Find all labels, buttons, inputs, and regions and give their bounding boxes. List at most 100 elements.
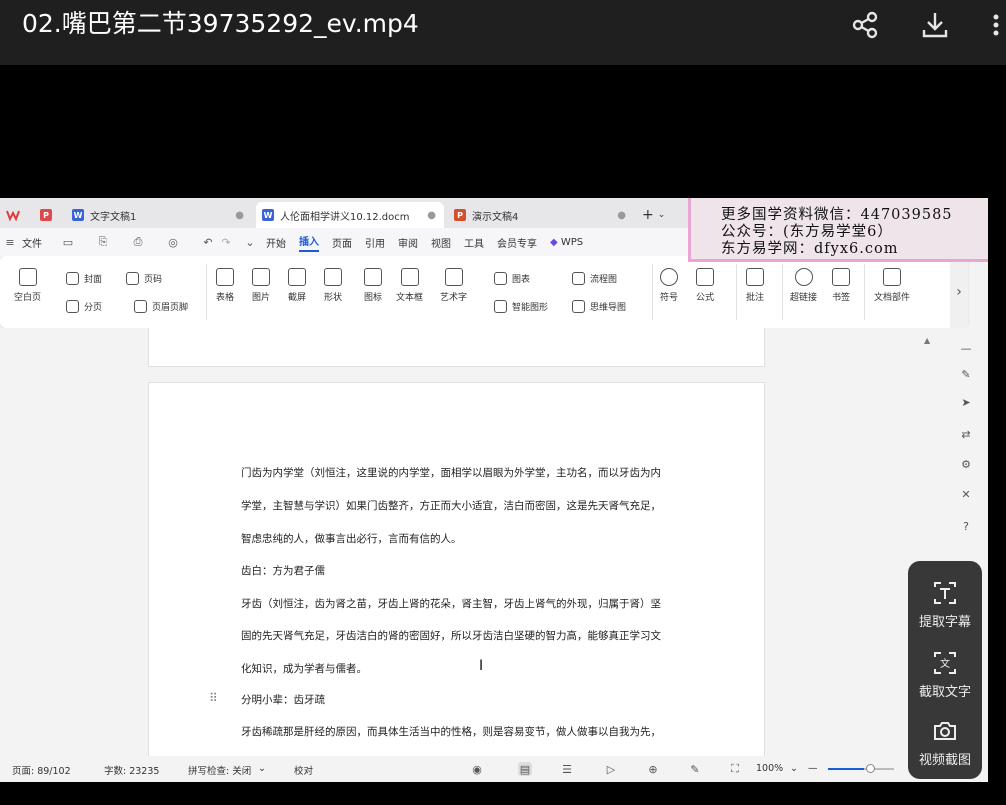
new-tab-button[interactable]: + ⌄ — [636, 202, 676, 228]
shape-button[interactable]: 形状 — [324, 268, 342, 303]
tools-icon[interactable]: ✕ — [958, 486, 974, 502]
bookmark-icon — [832, 268, 850, 286]
download-icon[interactable] — [916, 6, 954, 44]
floating-tool-panel: 提取字幕 文 截取文字 视频截图 — [908, 561, 982, 779]
extract-subtitles-button[interactable]: 提取字幕 — [908, 579, 982, 630]
chevron-down-icon[interactable]: ⌄ — [258, 763, 266, 774]
menu-file[interactable]: 文件 — [22, 235, 42, 250]
header-footer-button[interactable]: 页眉页脚 — [134, 300, 188, 313]
flowchart-button[interactable]: 流程图 — [572, 272, 617, 285]
chart-icon — [494, 272, 507, 285]
table-button[interactable]: 表格 — [216, 268, 234, 303]
mindmap-button[interactable]: 思维导图 — [572, 300, 626, 313]
menu-review[interactable]: 审阅 — [398, 235, 418, 250]
icon-button[interactable]: 图标 — [364, 268, 382, 303]
tab-document-2[interactable]: W 人伦面相学讲义10.12.docm ● — [256, 202, 444, 228]
proofread-button[interactable]: 校对 — [294, 763, 313, 777]
svg-text:文: 文 — [940, 657, 950, 670]
cursor-icon[interactable]: ➤ — [958, 394, 974, 410]
collapse-icon[interactable]: — — [958, 340, 974, 356]
page-number-button[interactable]: 页码 — [126, 272, 162, 285]
paragraph-line[interactable]: 化知识，成为学者与儒者。 — [241, 662, 681, 676]
close-icon[interactable]: ● — [427, 210, 436, 221]
wordart-button[interactable]: 艺术字 — [440, 268, 467, 303]
status-bar: 页面: 89/102 字数: 23235 拼写检查: 关闭 ⌄ 校对 ◉ ▤ ☰… — [0, 756, 988, 782]
export-icon[interactable]: ⎘ — [97, 235, 109, 248]
menu-page[interactable]: 页面 — [332, 235, 352, 250]
symbol-button[interactable]: 符号 — [660, 268, 678, 303]
drag-handle-icon[interactable]: ⠿ — [209, 691, 218, 705]
save-icon[interactable]: ▭ — [62, 236, 74, 249]
paragraph-line[interactable]: 学堂，主智慧与学识）如果门齿整齐，方正而大小适宜，洁白而密固，这是先天肾气充足， — [241, 499, 681, 513]
preview-icon[interactable]: ◎ — [167, 236, 179, 249]
play-icon[interactable]: ▷ — [604, 762, 618, 776]
eye-icon[interactable]: ◉ — [470, 762, 484, 776]
wps-ai-button[interactable]: ◆ WPS — [550, 237, 583, 248]
paragraph-heading[interactable]: 分明小辈：齿牙疏 — [241, 693, 681, 707]
share-icon[interactable] — [846, 6, 884, 44]
bookmark-button[interactable]: 书签 — [832, 268, 850, 303]
zoom-slider-handle[interactable] — [866, 764, 875, 773]
outline-view-icon[interactable]: ☰ — [560, 762, 574, 776]
tab-document-1[interactable]: W 文字文稿1 ● — [66, 202, 252, 228]
zoom-slider[interactable] — [828, 768, 894, 770]
menu-member[interactable]: 会员专享 — [497, 235, 537, 250]
paragraph-line[interactable]: 牙齿稀疏那是肝经的原因，而具体生活当中的性格，则是容易变节，做人做事以自我为先， — [241, 725, 681, 739]
scroll-up-icon[interactable]: ▲ — [924, 336, 930, 345]
spell-check-status[interactable]: 拼写检查: 关闭 — [188, 763, 251, 777]
fit-icon[interactable]: ⛶ — [728, 762, 742, 776]
print-icon[interactable]: ⎙ — [132, 235, 144, 248]
redo-icon[interactable]: ↷ — [220, 236, 232, 249]
menu-references[interactable]: 引用 — [365, 235, 385, 250]
hyperlink-button[interactable]: 超链接 — [790, 268, 817, 303]
zoom-level[interactable]: 100% — [756, 763, 783, 774]
chart-button[interactable]: 图表 — [494, 272, 530, 285]
page-view-icon[interactable]: ▤ — [518, 762, 532, 776]
close-icon[interactable]: ● — [617, 210, 626, 221]
textbox-button[interactable]: 文本框 — [396, 268, 423, 303]
pen-icon[interactable]: ✎ — [958, 366, 974, 382]
more-icon[interactable] — [986, 6, 1006, 44]
doc-parts-button[interactable]: 文档部件 — [874, 268, 910, 303]
menu-tools[interactable]: 工具 — [464, 235, 484, 250]
page-indicator[interactable]: 页面: 89/102 — [12, 763, 71, 777]
document-area[interactable]: ▲ 门齿为内学堂（刘恒注，这里说的内学堂，面相学以眉眼为外学堂，主功名，而以牙齿… — [0, 328, 950, 756]
paragraph-heading[interactable]: 齿白：方为君子儒 — [241, 564, 681, 578]
document-page[interactable]: 门齿为内学堂（刘恒注，这里说的内学堂，面相学以眉眼为外学堂，主功名，而以牙齿为内… — [148, 382, 765, 756]
formula-button[interactable]: 公式 — [696, 268, 714, 303]
screenshot-button[interactable]: 截屏 — [288, 268, 306, 303]
picture-button[interactable]: 图片 — [252, 268, 270, 303]
chevron-right-icon[interactable]: › — [950, 256, 968, 328]
chevron-down-icon[interactable]: ⌄ — [790, 763, 798, 774]
zoom-out-icon[interactable]: — — [808, 763, 818, 774]
help-icon[interactable]: ? — [958, 518, 974, 534]
comment-button[interactable]: 批注 — [746, 268, 764, 303]
capture-text-button[interactable]: 文 截取文字 — [908, 649, 982, 700]
paragraph-line[interactable]: 固的先天肾气充足，牙齿洁白的肾的密固好，所以牙齿洁白坚硬的智力高，能够真正学习文 — [241, 629, 681, 643]
close-icon[interactable]: ● — [235, 210, 244, 221]
pdf-icon: P — [40, 209, 52, 221]
wps-window: P W 文字文稿1 ● W 人伦面相学讲义10.12.docm ● P 演示文稿… — [0, 198, 988, 782]
blank-page-button[interactable]: 空白页 — [14, 268, 41, 303]
wps-logo-icon[interactable] — [0, 202, 30, 228]
translate-icon[interactable]: ⇄ — [958, 426, 974, 442]
paragraph-line[interactable]: 牙齿（刘恒注，齿为肾之苗，牙齿上肾的花朵，肾主智，牙齿上肾气的外现，归属于肾）坚 — [241, 597, 681, 611]
chevron-down-icon[interactable]: ⌄ — [244, 236, 256, 249]
menu-view[interactable]: 视图 — [431, 235, 451, 250]
video-screenshot-button[interactable]: 视频截图 — [908, 717, 982, 768]
menu-insert[interactable]: 插入 — [299, 233, 319, 252]
settings-icon[interactable]: ⚙ — [958, 456, 974, 472]
paragraph-line[interactable]: 智虑忠纯的人，做事言出必行，言而有信的人。 — [241, 532, 681, 546]
word-count[interactable]: 字数: 23235 — [104, 763, 159, 777]
web-view-icon[interactable]: ⊕ — [646, 762, 660, 776]
tab-presentation[interactable]: P 演示文稿4 ● — [448, 202, 634, 228]
pdf-app-icon[interactable]: P — [34, 202, 62, 228]
edit-icon[interactable]: ✎ — [688, 762, 702, 776]
menu-icon[interactable]: ≡ — [4, 236, 16, 249]
smart-graphic-button[interactable]: 智能图形 — [494, 300, 548, 313]
paragraph-line[interactable]: 门齿为内学堂（刘恒注，这里说的内学堂，面相学以眉眼为外学堂，主功名，而以牙齿为内 — [241, 466, 681, 480]
page-break-button[interactable]: 分页 — [66, 300, 102, 313]
menu-home[interactable]: 开始 — [266, 235, 286, 250]
cover-button[interactable]: 封面 — [66, 272, 102, 285]
undo-icon[interactable]: ↶ — [202, 236, 214, 249]
